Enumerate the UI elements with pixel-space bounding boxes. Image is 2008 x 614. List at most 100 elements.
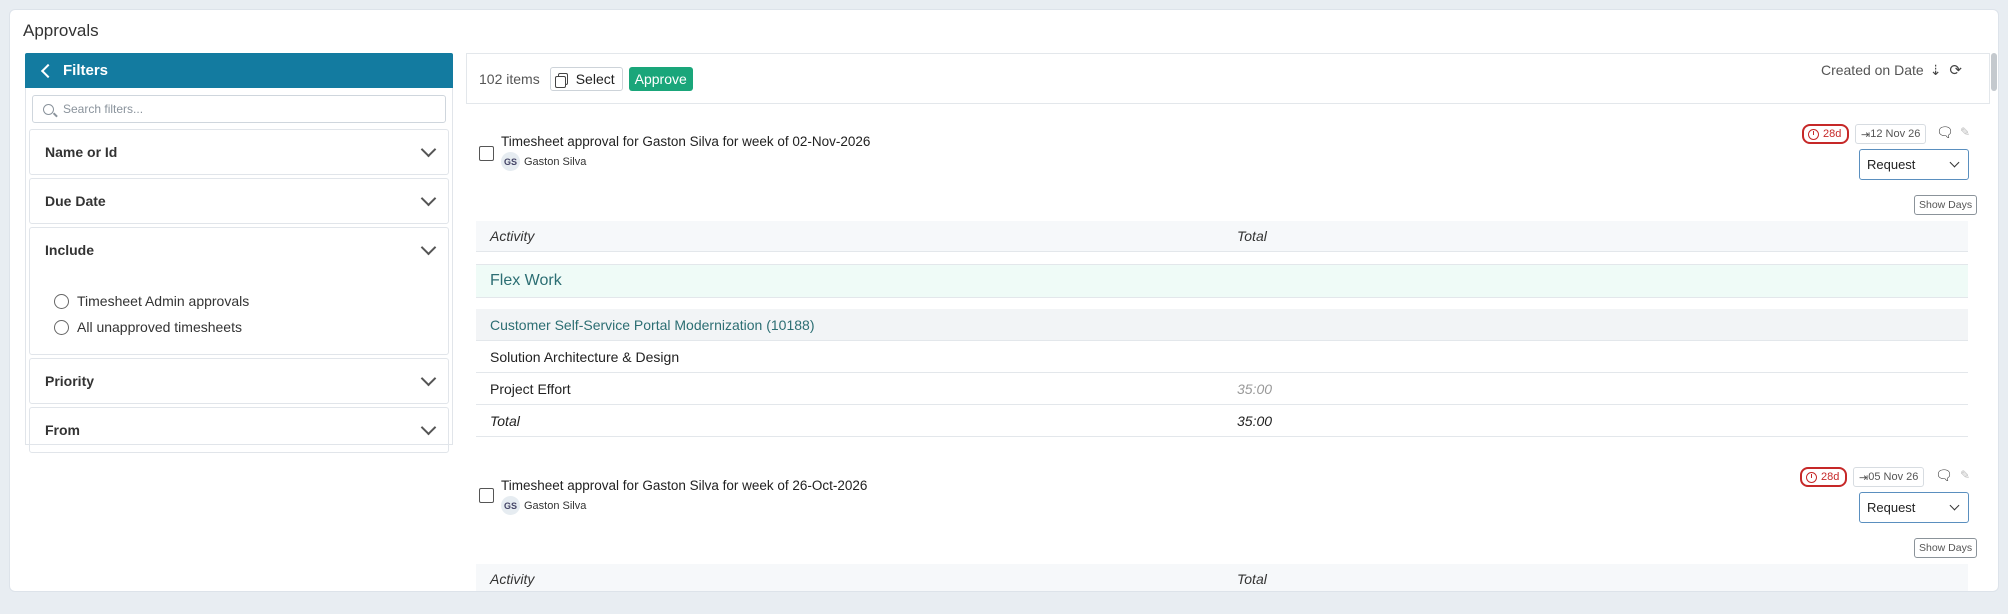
total-value: 35:00 <box>1237 412 1273 429</box>
table-header-row: Activity Total <box>476 221 1968 252</box>
chevron-left-icon <box>40 63 56 79</box>
clock-icon <box>1806 471 1817 483</box>
radio-button[interactable] <box>54 293 69 309</box>
filter-section-header[interactable]: Include <box>30 228 448 272</box>
show-days-button[interactable]: Show Days <box>1914 195 1978 215</box>
chevron-down-icon <box>1949 157 1960 168</box>
approval-title[interactable]: Timesheet approval for Gaston Silva for … <box>501 478 867 493</box>
arrow-in-icon: ⇥ <box>1861 128 1871 141</box>
comments-icon[interactable]: 🗨 <box>1936 124 1954 141</box>
filter-section-label: From <box>45 422 80 438</box>
approvals-list: 102 items Select Approve Created on Date… <box>466 53 1990 591</box>
avatar: GS <box>501 152 520 171</box>
include-option-admin[interactable]: Timesheet Admin approvals <box>54 288 448 314</box>
age-label: 28d <box>1821 471 1840 483</box>
filters-search-input[interactable]: Search filters... <box>32 95 446 123</box>
action-select-value: Request <box>1867 500 1916 515</box>
chevron-down-icon <box>1949 500 1960 511</box>
group-row: Flex Work <box>476 264 1968 298</box>
submitted-date-badge: ⇥ 12 Nov 26 <box>1855 124 1927 144</box>
filter-section-header[interactable]: Due Date <box>30 179 448 223</box>
column-header-total: Total <box>1237 571 1267 587</box>
chevron-down-icon <box>420 370 437 386</box>
refresh-icon[interactable]: ⟳ <box>1949 61 1962 79</box>
sort-descending-icon[interactable]: ⇣ <box>1930 62 1942 79</box>
timesheet-table: Activity Total Flex Work Customer Self-S… <box>476 221 1968 437</box>
user-name: Gaston Silva <box>524 155 587 168</box>
sort-label: Created on Date <box>1820 62 1924 78</box>
select-button-label: Select <box>575 70 615 87</box>
chevron-down-icon <box>420 141 437 157</box>
filter-section-header[interactable]: From <box>30 408 448 452</box>
filters-panel: Filters Search filters... Name or Id Due… <box>25 53 453 453</box>
filter-section-include: Include Timesheet Admin approvals All un… <box>29 227 449 355</box>
approval-title[interactable]: Timesheet approval for Gaston Silva for … <box>501 134 870 149</box>
clipboard-icon <box>554 72 568 88</box>
chevron-down-icon <box>420 239 437 255</box>
submitted-date-badge: ⇥ 05 Nov 26 <box>1853 467 1925 487</box>
include-option-unapproved[interactable]: All unapproved timesheets <box>54 314 448 340</box>
overdue-badge: 28d <box>1800 467 1848 487</box>
approvals-page: Approvals Filters Search filters... Name… <box>9 9 1999 592</box>
include-options: Timesheet Admin approvals All unapproved… <box>30 272 448 354</box>
comments-icon[interactable]: 🗨 <box>1935 467 1953 484</box>
filter-section-label: Name or Id <box>45 144 118 160</box>
arrow-in-icon: ⇥ <box>1859 471 1869 484</box>
search-icon <box>43 103 54 115</box>
filter-section-label: Priority <box>45 373 95 389</box>
submitted-date: 12 Nov 26 <box>1870 128 1921 140</box>
sort-control[interactable]: Created on Date ⇣ ⟳ <box>1820 61 1962 80</box>
avatar: GS <box>501 496 520 515</box>
approval-checkbox[interactable] <box>479 146 494 161</box>
age-label: 28d <box>1823 128 1842 140</box>
task-label: Solution Architecture & Design <box>490 348 680 365</box>
filter-section-label: Include <box>45 242 95 258</box>
filters-collapse-button[interactable]: Filters <box>25 53 453 88</box>
column-header-activity: Activity <box>490 228 535 244</box>
item-count: 102 items <box>479 70 540 87</box>
filter-section-name-or-id: Name or Id <box>29 129 449 175</box>
filter-section-priority: Priority <box>29 358 449 404</box>
radio-button[interactable] <box>54 319 69 335</box>
line-label: Project Effort <box>490 380 571 397</box>
select-button[interactable]: Select <box>549 66 623 91</box>
approval-checkbox[interactable] <box>479 488 494 503</box>
show-days-button[interactable]: Show Days <box>1914 538 1978 558</box>
column-header-activity: Activity <box>490 571 535 587</box>
list-toolbar: 102 items Select Approve Created on Date… <box>466 53 1990 104</box>
include-option-label: All unapproved timesheets <box>77 319 242 335</box>
project-row: Customer Self-Service Portal Modernizati… <box>476 309 1968 341</box>
total-label: Total <box>490 412 520 429</box>
table-row: Project Effort 35:00 <box>476 373 1968 405</box>
chevron-down-icon <box>420 190 437 206</box>
total-row: Total 35:00 <box>476 405 1968 437</box>
scrollbar[interactable] <box>1990 53 1998 591</box>
group-label: Flex Work <box>490 272 562 289</box>
filter-section-from: From <box>29 407 449 453</box>
filter-section-header[interactable]: Name or Id <box>30 130 448 174</box>
edit-icon[interactable]: ✎ <box>1960 125 1970 139</box>
filter-section-header[interactable]: Priority <box>30 359 448 403</box>
filters-header-label: Filters <box>63 62 109 79</box>
project-label: Customer Self-Service Portal Modernizati… <box>490 316 815 333</box>
timesheet-table: Activity Total <box>476 564 1968 591</box>
action-select[interactable]: Request <box>1859 149 1969 180</box>
edit-icon[interactable]: ✎ <box>1960 468 1970 482</box>
task-row: Solution Architecture & Design <box>476 341 1968 373</box>
overdue-badge: 28d <box>1802 124 1850 144</box>
scrollbar-thumb[interactable] <box>1991 53 1997 91</box>
approve-button[interactable]: Approve <box>628 66 693 91</box>
user-name: Gaston Silva <box>524 499 587 512</box>
approval-user: GS Gaston Silva <box>501 496 586 515</box>
chevron-down-icon <box>420 419 437 435</box>
filter-section-label: Due Date <box>45 193 106 209</box>
page-title: Approvals <box>23 21 99 40</box>
approval-user: GS Gaston Silva <box>501 152 586 171</box>
table-header-row: Activity Total <box>476 564 1968 591</box>
include-option-label: Timesheet Admin approvals <box>77 293 250 309</box>
action-select-value: Request <box>1867 157 1916 172</box>
clock-icon <box>1808 128 1819 140</box>
action-select[interactable]: Request <box>1859 492 1969 523</box>
filter-section-due-date: Due Date <box>29 178 449 224</box>
approval-card: Timesheet approval for Gaston Silva for … <box>466 105 1980 437</box>
